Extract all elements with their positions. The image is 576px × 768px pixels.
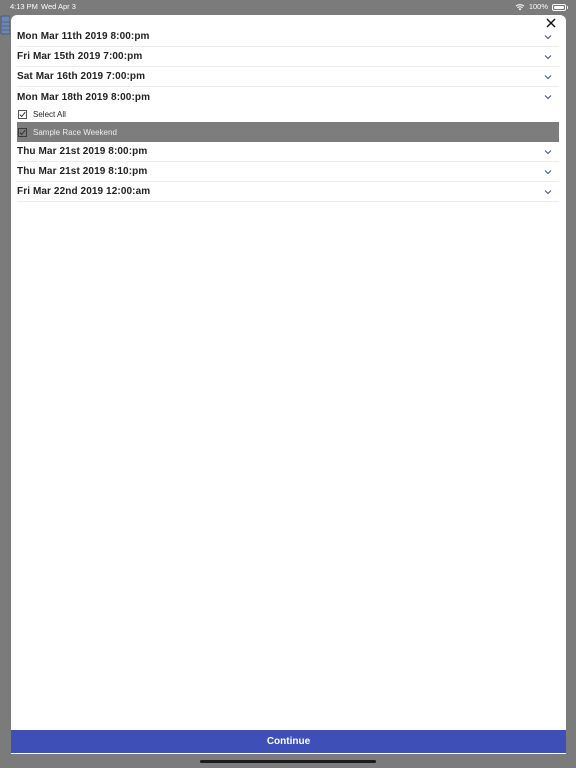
status-time: 4:13 PM xyxy=(10,2,38,11)
home-indicator[interactable] xyxy=(200,760,376,763)
chevron-down-icon xyxy=(544,74,552,79)
select-all-label: Select All xyxy=(33,110,66,119)
continue-button[interactable]: Continue xyxy=(11,730,566,753)
select-all-checkbox[interactable] xyxy=(18,110,27,119)
date-row[interactable]: Fri Mar 22nd 2019 12:00:am xyxy=(17,182,559,202)
date-row[interactable]: Thu Mar 21st 2019 8:00:pm xyxy=(17,142,559,162)
event-checkbox[interactable] xyxy=(18,127,27,137)
chevron-down-icon xyxy=(544,95,552,100)
chevron-down-icon xyxy=(544,169,552,174)
date-row[interactable]: Sat Mar 16th 2019 7:00:pm xyxy=(17,67,559,87)
chevron-down-icon xyxy=(544,54,552,59)
status-bar: 4:13 PM Wed Apr 3 100% xyxy=(0,0,576,14)
date-row[interactable]: Mon Mar 11th 2019 8:00:pm xyxy=(17,27,559,47)
battery-percent: 100% xyxy=(528,2,548,11)
event-label: Sample Race Weekend xyxy=(33,127,117,137)
status-date: Wed Apr 3 xyxy=(41,2,76,11)
battery-icon xyxy=(552,3,568,11)
date-label: Thu Mar 21st 2019 8:10:pm xyxy=(17,166,148,177)
status-indicators: 100% xyxy=(515,0,568,14)
date-list: Mon Mar 11th 2019 8:00:pm Fri Mar 15th 2… xyxy=(17,27,559,202)
checkmark-icon xyxy=(19,129,26,135)
checkmark-icon xyxy=(19,111,26,118)
date-label: Fri Mar 22nd 2019 12:00:am xyxy=(17,186,151,197)
wifi-icon xyxy=(515,4,525,11)
event-row-selected[interactable]: Sample Race Weekend xyxy=(17,122,559,142)
chevron-down-icon xyxy=(544,149,552,154)
date-label: Mon Mar 18th 2019 8:00:pm xyxy=(17,91,151,103)
date-row[interactable]: Thu Mar 21st 2019 8:10:pm xyxy=(17,162,559,182)
calendar-icon xyxy=(0,15,10,35)
date-label: Fri Mar 15th 2019 7:00:pm xyxy=(17,51,143,62)
date-label: Mon Mar 11th 2019 8:00:pm xyxy=(17,31,150,42)
chevron-down-icon xyxy=(544,34,552,39)
date-label: Sat Mar 16th 2019 7:00:pm xyxy=(17,71,146,82)
date-row-expanded[interactable]: Mon Mar 18th 2019 8:00:pm xyxy=(17,87,559,107)
date-row[interactable]: Fri Mar 15th 2019 7:00:pm xyxy=(17,47,559,67)
date-picker-modal: Mon Mar 11th 2019 8:00:pm Fri Mar 15th 2… xyxy=(11,15,566,754)
chevron-down-icon xyxy=(544,189,552,194)
select-all-row[interactable]: Select All xyxy=(17,107,559,122)
date-label: Thu Mar 21st 2019 8:00:pm xyxy=(17,146,148,157)
